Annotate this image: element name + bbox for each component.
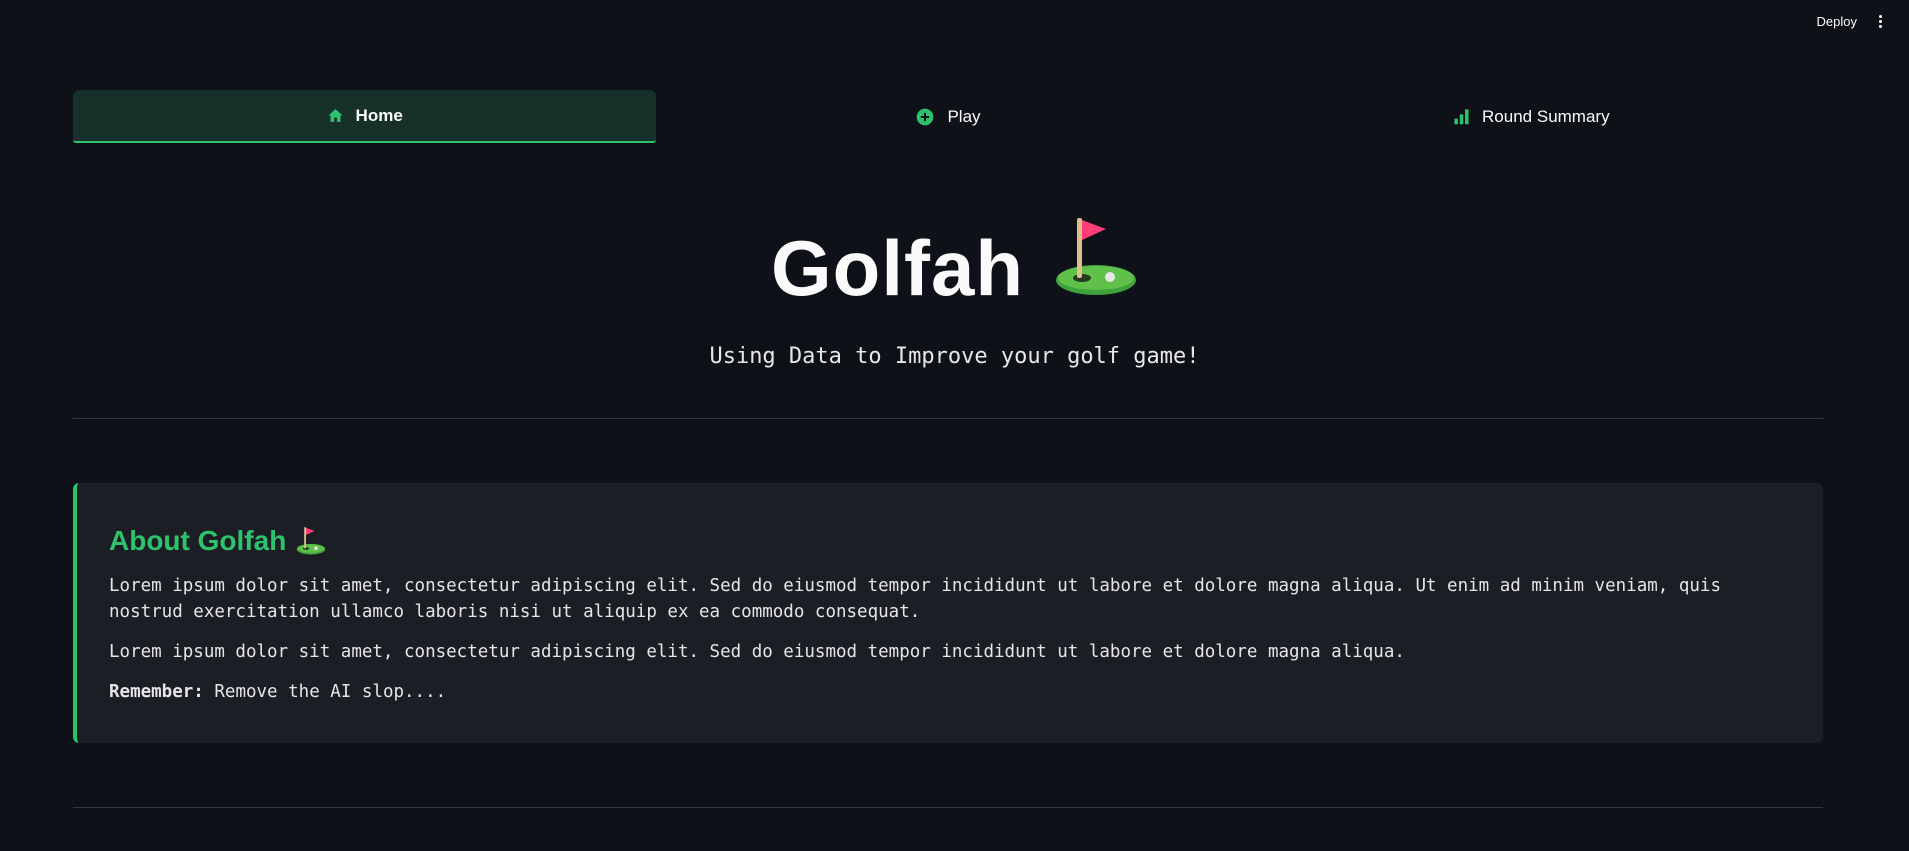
tab-round-summary[interactable]: Round Summary: [1240, 90, 1823, 143]
home-icon: [327, 107, 344, 124]
about-card: About Golfah Lorem ipsum dolor sit amet,…: [73, 483, 1823, 743]
divider: [73, 807, 1823, 808]
page-title-text: Golfah: [771, 224, 1024, 312]
about-heading: About Golfah: [109, 525, 1791, 557]
main-menu-icon[interactable]: [1877, 15, 1883, 31]
golf-flag-icon: [296, 526, 326, 556]
tab-home[interactable]: Home: [73, 90, 657, 143]
tab-play-label: Play: [947, 106, 981, 126]
bar-chart-icon: [1453, 108, 1470, 125]
about-paragraph-2: Lorem ipsum dolor sit amet, consectetur …: [109, 642, 1405, 662]
golf-flag-icon: [1054, 216, 1138, 319]
plus-circle-icon: [915, 107, 935, 127]
tab-play[interactable]: Play: [656, 90, 1239, 143]
remember-label: Remember:: [109, 682, 204, 702]
divider: [73, 418, 1823, 419]
tab-home-label: Home: [355, 105, 403, 125]
top-toolbar: Deploy: [0, 0, 1909, 46]
about-heading-text: About Golfah: [109, 525, 287, 556]
page-subtitle: Using Data to Improve your golf game!: [709, 344, 1200, 369]
page-title: Golfah: [0, 217, 1909, 319]
remember-text: Remove the AI slop....: [214, 682, 447, 702]
nav-tabs: Home Play Round Summary: [73, 90, 1823, 143]
about-paragraph-1: Lorem ipsum dolor sit amet, consectetur …: [109, 576, 1721, 622]
deploy-button[interactable]: Deploy: [1817, 14, 1857, 29]
about-remember: Remember: Remove the AI slop....: [109, 679, 1791, 705]
tab-round-summary-label: Round Summary: [1482, 106, 1610, 126]
